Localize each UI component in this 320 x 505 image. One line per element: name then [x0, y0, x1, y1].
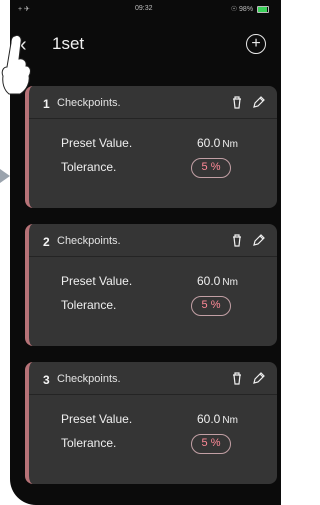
- trash-icon[interactable]: [229, 94, 245, 110]
- preset-unit: Nm: [222, 415, 238, 426]
- checkpoint-list: 1 Checkpoints. Preset Value. 60.0 Nm Tole…: [25, 86, 277, 500]
- hand-pointer-icon: [1, 34, 31, 95]
- tolerance-label: Tolerance.: [61, 436, 117, 450]
- edit-pencil-icon[interactable]: [251, 94, 267, 110]
- preset-number: 60.0: [197, 136, 221, 150]
- page-title: 1set: [52, 34, 85, 53]
- checkpoint-card[interactable]: 2 Checkpoints. Preset Value. 60.0 Nm Tole…: [25, 224, 277, 346]
- status-left-icons: + ✈: [18, 6, 30, 13]
- edit-pencil-icon[interactable]: [251, 370, 267, 386]
- card-index: 3: [43, 373, 50, 387]
- preset-value-label: Preset Value.: [61, 412, 133, 426]
- status-bar: + ✈ 09:32 ☉ 98%: [10, 0, 281, 20]
- edit-pencil-icon[interactable]: [251, 232, 267, 248]
- status-battery-text: ☉ 98%: [230, 6, 254, 13]
- checkpoint-card[interactable]: 1 Checkpoints. Preset Value. 60.0 Nm Tole…: [25, 86, 277, 208]
- card-title: Checkpoints.: [57, 97, 121, 109]
- card-header: 1 Checkpoints.: [29, 86, 277, 119]
- left-pointer-arrow-icon: [0, 169, 10, 183]
- card-header: 3 Checkpoints.: [29, 362, 277, 395]
- tolerance-badge: 5 %: [191, 434, 231, 454]
- battery-icon: [257, 5, 269, 13]
- preset-value: 60.0 Nm: [197, 136, 238, 150]
- preset-value: 60.0 Nm: [197, 412, 238, 426]
- card-header: 2 Checkpoints.: [29, 224, 277, 257]
- preset-number: 60.0: [197, 274, 221, 288]
- plus-icon[interactable]: +: [246, 34, 266, 54]
- tolerance-badge: 5 %: [191, 296, 231, 316]
- tolerance-badge: 5 %: [191, 158, 231, 178]
- trash-icon[interactable]: [229, 232, 245, 248]
- preset-value-label: Preset Value.: [61, 274, 133, 288]
- preset-value: 60.0 Nm: [197, 274, 238, 288]
- tolerance-label: Tolerance.: [61, 298, 117, 312]
- preset-number: 60.0: [197, 412, 221, 426]
- card-title: Checkpoints.: [57, 373, 121, 385]
- status-right: ☉ 98%: [231, 5, 269, 13]
- preset-unit: Nm: [222, 139, 238, 150]
- tolerance-label: Tolerance.: [61, 160, 117, 174]
- card-title: Checkpoints.: [57, 235, 121, 247]
- navigation-bar: ‹ 1set +: [10, 28, 281, 64]
- checkpoint-card[interactable]: 3 Checkpoints. Preset Value. 60.0 Nm Tole…: [25, 362, 277, 484]
- card-index: 2: [43, 235, 50, 249]
- preset-unit: Nm: [222, 277, 238, 288]
- trash-icon[interactable]: [229, 370, 245, 386]
- card-index: 1: [43, 97, 50, 111]
- preset-value-label: Preset Value.: [61, 136, 133, 150]
- app-screen: + ✈ 09:32 ☉ 98% ‹ 1set + 1 Checkpoints. …: [10, 0, 281, 505]
- status-time: 09:32: [135, 5, 153, 12]
